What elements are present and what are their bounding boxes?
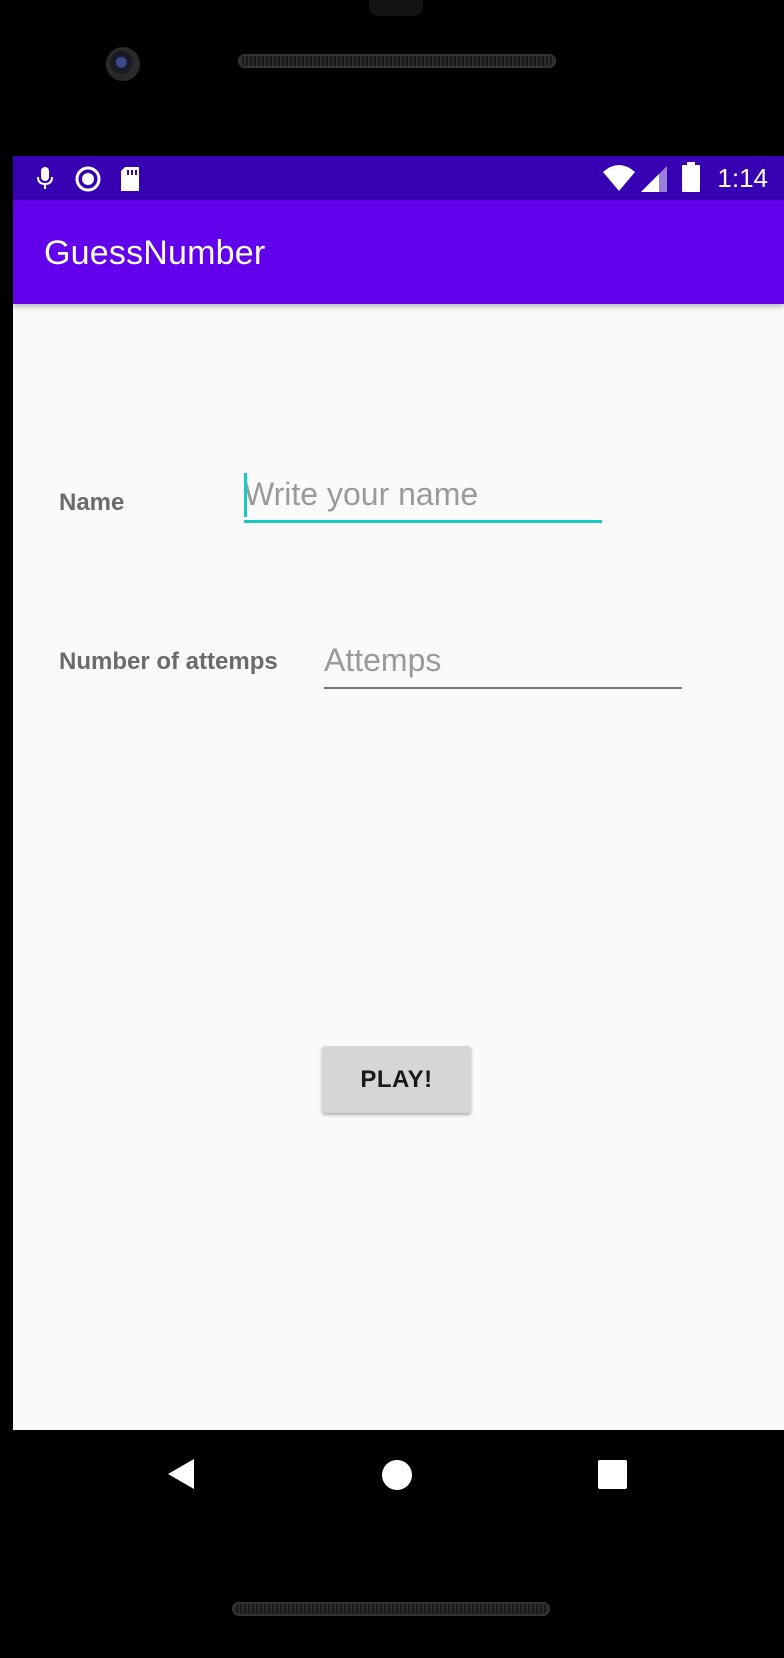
attempts-label: Number of attemps bbox=[59, 648, 278, 675]
attempts-input[interactable] bbox=[324, 637, 682, 683]
app-title: GuessNumber bbox=[44, 234, 266, 272]
screen-record-icon bbox=[75, 166, 101, 197]
text-caret bbox=[244, 473, 247, 517]
earpiece-speaker bbox=[238, 54, 556, 68]
name-underline bbox=[244, 520, 602, 523]
signal-icon bbox=[640, 165, 668, 198]
microphone-icon bbox=[37, 166, 53, 195]
battery-icon bbox=[682, 162, 700, 197]
attempts-field[interactable] bbox=[324, 637, 682, 689]
home-icon[interactable] bbox=[381, 1459, 413, 1496]
app-screen: 1:14 GuessNumber Name Number of attemps … bbox=[13, 156, 784, 1430]
device-notch bbox=[369, 0, 423, 16]
name-field[interactable] bbox=[244, 471, 602, 523]
main-content: Name Number of attemps PLAY! bbox=[13, 304, 784, 1430]
play-button[interactable]: PLAY! bbox=[322, 1046, 471, 1113]
recents-icon[interactable] bbox=[598, 1460, 627, 1494]
wifi-icon bbox=[602, 164, 636, 197]
attempts-underline bbox=[324, 687, 682, 689]
status-time: 1:14 bbox=[717, 163, 768, 193]
status-bar: 1:14 bbox=[13, 156, 784, 200]
navigation-bar bbox=[0, 1430, 784, 1520]
name-input[interactable] bbox=[244, 471, 602, 517]
app-bar: GuessNumber bbox=[13, 200, 784, 304]
sd-card-icon bbox=[119, 166, 141, 197]
bottom-speaker bbox=[232, 1602, 550, 1616]
back-icon[interactable] bbox=[167, 1458, 195, 1495]
name-label: Name bbox=[59, 489, 125, 516]
front-camera bbox=[106, 47, 140, 81]
phone-device: 1:14 GuessNumber Name Number of attemps … bbox=[0, 0, 784, 1658]
